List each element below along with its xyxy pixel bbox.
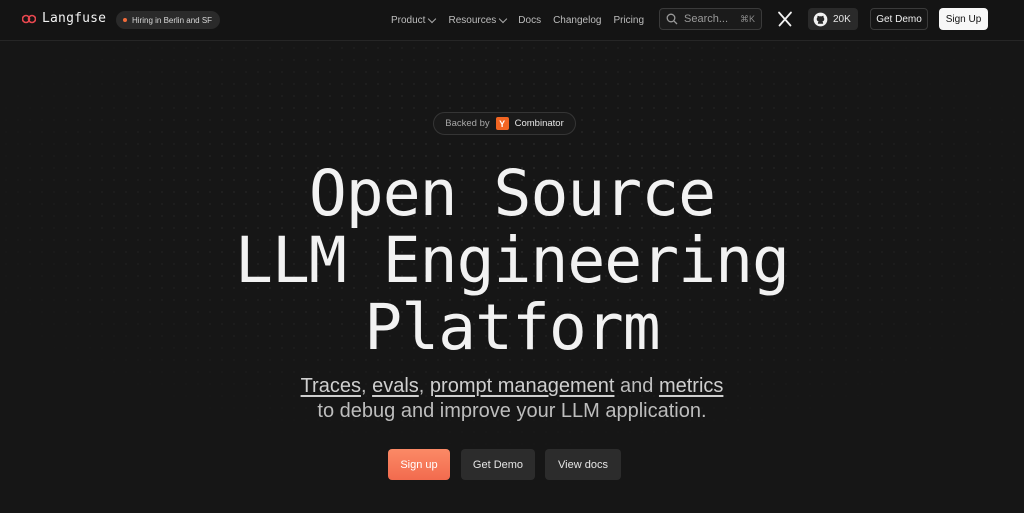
brand-name: Langfuse [42, 11, 107, 26]
chevron-down-icon [499, 14, 508, 23]
ycombinator-logo-icon: Y [495, 117, 509, 130]
nav-item-resources[interactable]: Resources [448, 14, 508, 26]
subtitle-separator: and [614, 375, 659, 397]
brand-logo[interactable]: Langfuse [22, 11, 106, 26]
nav-item-label: Docs [518, 14, 542, 26]
traces-link[interactable]: Traces [301, 375, 361, 397]
hero-subtitle-line-1: Traces, evals, prompt management and met… [0, 374, 1024, 399]
sign-up-button[interactable]: Sign Up [939, 8, 988, 30]
github-stars-button[interactable]: 20K [808, 8, 858, 30]
hiring-dot-icon [123, 18, 127, 22]
github-icon [813, 12, 828, 26]
hero-get-demo-button[interactable]: Get Demo [461, 449, 535, 480]
nav-item-label: Changelog [553, 14, 602, 26]
yc-badge-prefix: Backed by [445, 118, 490, 129]
evals-link[interactable]: evals [372, 375, 419, 397]
hero-title-line-3: Platform [364, 291, 660, 364]
nav-item-product[interactable]: Product [391, 14, 437, 26]
hero-subtitle-line-2: to debug and improve your LLM applicatio… [317, 400, 707, 422]
subtitle-separator: , [360, 375, 373, 397]
yc-badge[interactable]: Backed by Y Combinator [433, 112, 576, 135]
top-navbar: Langfuse Hiring in Berlin and SF Product… [0, 0, 1024, 41]
metrics-link[interactable]: metrics [659, 375, 723, 397]
prompt-management-link[interactable]: prompt management [430, 375, 615, 397]
hero-title-line-1: Open Source [308, 157, 716, 230]
search-shortcut: ⌘K [739, 13, 755, 24]
nav-item-pricing[interactable]: Pricing [613, 15, 644, 26]
yc-badge-name: Combinator [514, 118, 564, 129]
github-star-count: 20K [833, 13, 851, 25]
x-icon[interactable] [777, 10, 793, 28]
nav-item-label: Resources [448, 14, 497, 26]
search-input[interactable]: Search... ⌘K [659, 8, 762, 30]
search-icon [666, 13, 678, 25]
subtitle-separator: , [418, 375, 430, 397]
hero-sign-up-button[interactable]: Sign up [388, 449, 450, 480]
hiring-badge-label: Hiring in Berlin and SF [132, 15, 213, 25]
main-nav: Product Resources Docs Changelog Pricing [391, 0, 644, 40]
hero-title-line-2: LLM Engineering [235, 224, 790, 297]
nav-item-label: Product [391, 14, 426, 26]
hero-subtitle: Traces, evals, prompt management and met… [0, 374, 1024, 424]
hero-title: Open Source LLM Engineering Platform [0, 160, 1024, 361]
langfuse-logo-icon [22, 14, 36, 23]
nav-item-changelog[interactable]: Changelog [553, 15, 601, 26]
search-placeholder: Search... [684, 13, 729, 25]
nav-item-docs[interactable]: Docs [518, 15, 541, 26]
hero-view-docs-button[interactable]: View docs [545, 449, 621, 480]
chevron-down-icon [428, 14, 437, 23]
get-demo-button[interactable]: Get Demo [870, 8, 928, 30]
nav-item-label: Pricing [613, 14, 645, 26]
hiring-badge[interactable]: Hiring in Berlin and SF [116, 11, 221, 29]
